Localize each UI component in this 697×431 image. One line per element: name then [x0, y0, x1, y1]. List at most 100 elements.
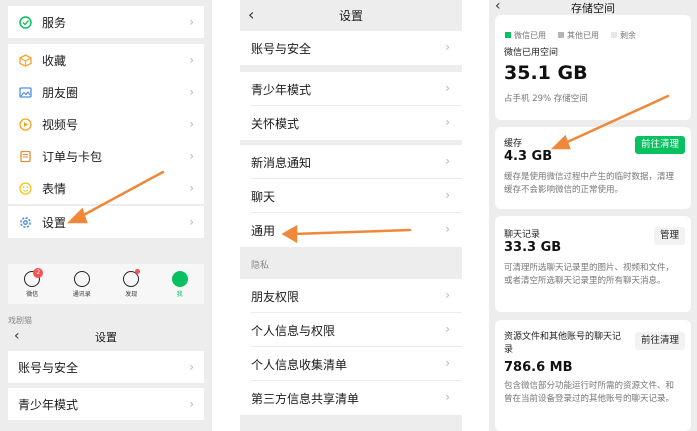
chevron-right-icon: ›	[445, 115, 450, 129]
me-tab-panel: 服务 › 收藏 › 朋友圈 › 视频号 › 订单与卡包 › 表情 › 设置 › …	[0, 0, 212, 431]
moments-icon	[18, 85, 32, 99]
cache-card: 缓存 4.3 GB 前往清理 缓存是使用微信过程中产生的临时数据，清理缓存不会影…	[495, 127, 691, 209]
legend-item: 微信已用	[505, 30, 546, 40]
settings-panel: ‹ 设置 账号与安全 › 青少年模式 › 关怀模式 › 新消息通知 › 聊天 ›…	[240, 0, 462, 431]
storage-nav-bar: ‹ 存储空间	[489, 0, 697, 16]
person-icon	[171, 270, 188, 287]
resource-files-card: 资源文件和其他账号的聊天记录 786.6 MB 前往清理 包含微信部分功能运行时…	[495, 320, 691, 431]
storage-legend: 微信已用 其他已用 剩余	[505, 30, 695, 40]
tab-label: 我	[176, 290, 183, 298]
settings-row-info-collection-list[interactable]: 个人信息收集清单 ›	[240, 347, 462, 381]
cache-title: 缓存	[504, 139, 523, 149]
chevron-right-icon: ›	[445, 322, 450, 336]
page-title: 存储空间	[571, 2, 615, 15]
menu-item-label: 设置	[42, 215, 67, 230]
menu-item-label: 订单与卡包	[42, 149, 103, 164]
sub-caption: 戏剧猫	[8, 316, 32, 325]
chevron-right-icon: ›	[445, 40, 450, 54]
settings-row-new-message-notify[interactable]: 新消息通知 ›	[240, 145, 462, 179]
menu-item-orders[interactable]: 订单与卡包 ›	[8, 140, 204, 172]
menu-item-label: 表情	[42, 181, 67, 196]
settings-row-label: 账号与安全	[18, 360, 79, 375]
menu-item-channels[interactable]: 视频号 ›	[8, 108, 204, 140]
chevron-right-icon: ›	[445, 154, 450, 168]
tab-me[interactable]: 我	[171, 270, 188, 298]
tab-chats[interactable]: 2 微信	[24, 267, 44, 298]
chevron-right-icon: ›	[445, 356, 450, 370]
new-dot-badge	[135, 268, 141, 274]
settings-row-third-party-sharing-list[interactable]: 第三方信息共享清单 ›	[240, 381, 462, 415]
tab-label: 通讯录	[72, 290, 91, 298]
tab-label: 发现	[125, 290, 138, 298]
chevron-right-icon: ›	[445, 222, 450, 236]
menu-item-label: 服务	[42, 15, 67, 30]
settings-row-label: 聊天	[251, 189, 276, 204]
settings-nav-bar: ‹ 设置	[240, 0, 462, 30]
service-icon	[18, 15, 32, 29]
menu-item-stickers[interactable]: 表情 ›	[8, 172, 204, 204]
back-arrow-icon[interactable]: ‹	[495, 0, 501, 14]
chevron-right-icon: ›	[445, 390, 450, 404]
resource-files-title: 资源文件和其他账号的聊天记录	[504, 332, 622, 355]
chevron-right-icon: ›	[189, 117, 194, 131]
settings-row-care-mode[interactable]: 关怀模式 ›	[240, 106, 462, 140]
gear-icon	[18, 215, 32, 229]
storage-panel: ‹ 存储空间 微信已用 其他已用 剩余 微信已用空间 35.1 GB 占手机 2…	[489, 0, 697, 431]
settings-row-label: 个人信息收集清单	[251, 357, 348, 372]
storage-summary-card: 微信已用 其他已用 剩余 微信已用空间 35.1 GB 占手机 29% 存储空间	[495, 15, 691, 120]
favorites-icon	[18, 53, 32, 67]
tab-contacts[interactable]: 通讯录	[72, 270, 91, 298]
back-arrow-icon[interactable]: ‹	[14, 328, 20, 344]
chat-history-value: 33.3 GB	[504, 240, 562, 255]
menu-item-label: 视频号	[42, 117, 79, 132]
settings-row-chat[interactable]: 聊天 ›	[240, 179, 462, 213]
back-arrow-icon[interactable]: ‹	[248, 5, 254, 24]
chevron-right-icon: ›	[445, 288, 450, 302]
settings-row-general[interactable]: 通用 ›	[240, 213, 462, 247]
settings-row-account-security[interactable]: 账号与安全 ›	[8, 351, 204, 383]
chat-history-description: 可清理所选聊天记录里的图片、视频和文件，或者清空所选聊天记录里的所有聊天消息。	[504, 263, 675, 286]
chevron-right-icon: ›	[189, 215, 194, 229]
chat-history-title: 聊天记录	[504, 230, 541, 240]
settings-row-label: 新消息通知	[251, 155, 312, 170]
manage-chat-history-button[interactable]: 管理	[653, 227, 685, 245]
clear-resource-files-button[interactable]: 前往清理	[634, 332, 685, 350]
channels-icon	[18, 117, 32, 131]
settings-row-label: 青少年模式	[251, 82, 312, 97]
chevron-right-icon: ›	[445, 81, 450, 95]
chevron-right-icon: ›	[445, 188, 450, 202]
settings-row-label: 个人信息与权限	[251, 323, 336, 338]
used-space-label: 微信已用空间	[504, 48, 559, 58]
settings-row-label: 第三方信息共享清单	[251, 391, 360, 406]
chevron-right-icon: ›	[189, 360, 194, 374]
chevron-right-icon: ›	[189, 53, 194, 67]
page-title: 设置	[338, 8, 363, 23]
settings-row-label: 关怀模式	[251, 116, 300, 131]
settings-row-label: 青少年模式	[18, 397, 79, 412]
settings-row-teen-mode[interactable]: 青少年模式 ›	[240, 72, 462, 106]
clear-cache-button[interactable]: 前往清理	[634, 136, 685, 154]
chevron-right-icon: ›	[189, 15, 194, 29]
chat-history-card: 聊天记录 33.3 GB 管理 可清理所选聊天记录里的图片、视频和文件，或者清空…	[495, 216, 691, 312]
settings-nav-bar: ‹ 设置	[8, 326, 204, 348]
menu-item-service[interactable]: 服务 ›	[8, 6, 204, 38]
menu-item-label: 收藏	[42, 53, 67, 68]
cache-value: 4.3 GB	[504, 149, 553, 164]
cache-description: 缓存是使用微信过程中产生的临时数据，清理缓存不会影响微信的正常使用。	[504, 172, 675, 195]
chevron-right-icon: ›	[189, 85, 194, 99]
menu-item-settings[interactable]: 设置 ›	[8, 206, 204, 238]
settings-row-account-security[interactable]: 账号与安全 ›	[240, 31, 462, 65]
tab-discover[interactable]: 发现	[123, 268, 141, 298]
sticker-icon	[18, 181, 32, 195]
nav-title: 设置	[95, 331, 117, 344]
orders-icon	[18, 149, 32, 163]
menu-item-moments[interactable]: 朋友圈 ›	[8, 76, 204, 108]
settings-row-teen-mode[interactable]: 青少年模式 ›	[8, 388, 204, 420]
menu-item-favorites[interactable]: 收藏 ›	[8, 44, 204, 76]
used-space-percent: 占手机 29% 存储空间	[504, 94, 588, 104]
legend-item: 剩余	[611, 30, 636, 40]
settings-row-personal-info-permissions[interactable]: 个人信息与权限 ›	[240, 313, 462, 347]
settings-row-friend-permissions[interactable]: 朋友权限 ›	[240, 279, 462, 313]
bottom-tab-bar: 2 微信 通讯录 发现 我	[8, 264, 204, 304]
tab-label: 微信	[26, 290, 39, 298]
